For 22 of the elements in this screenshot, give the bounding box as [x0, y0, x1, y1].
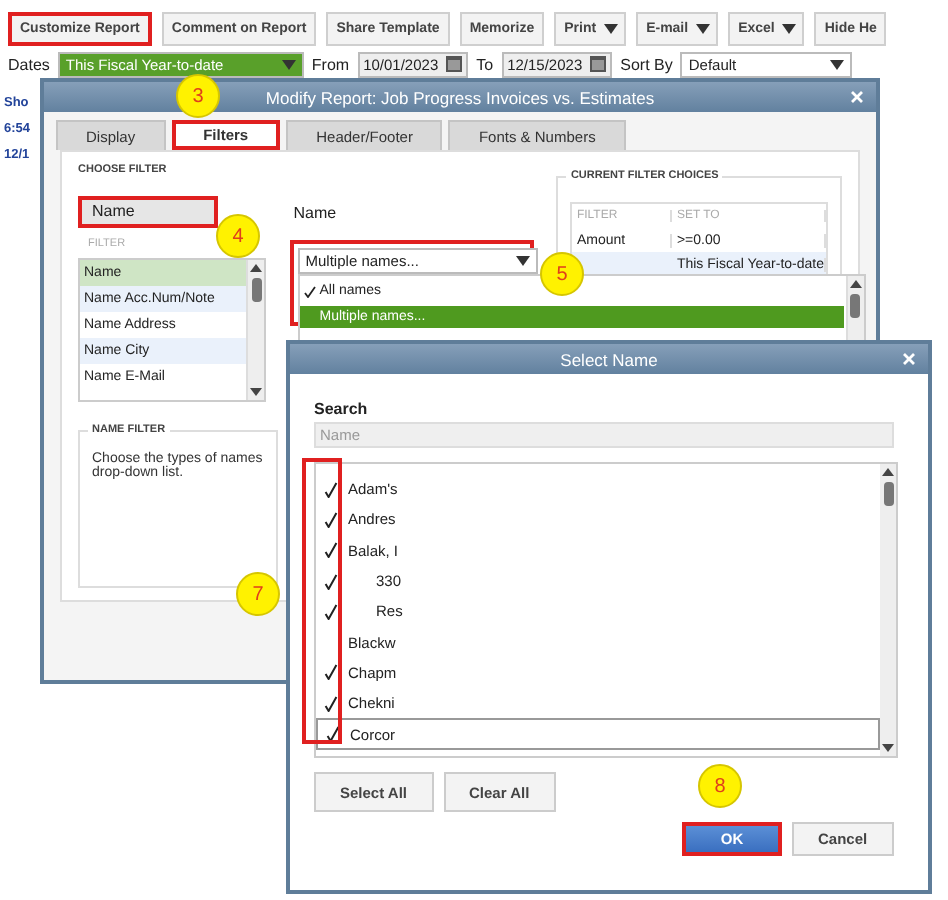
- dialog-title: Select Name: [560, 349, 658, 369]
- calendar-icon: [446, 56, 463, 72]
- sort-by-label: Sort By: [620, 55, 673, 73]
- filter-field[interactable]: Name: [78, 196, 218, 228]
- caret-icon: [782, 24, 797, 34]
- caret-icon: [604, 24, 619, 34]
- search-label: Search: [314, 400, 370, 418]
- to-label: To: [476, 55, 494, 73]
- scrollbar[interactable]: [880, 464, 896, 756]
- close-icon[interactable]: [902, 352, 916, 366]
- calendar-icon: [590, 56, 607, 72]
- check-icon: [303, 285, 316, 297]
- field-label: Name: [293, 204, 339, 222]
- caret-icon: [830, 59, 845, 69]
- caret-icon: [515, 256, 530, 266]
- dates-label: Dates: [8, 55, 50, 73]
- caret-icon: [281, 59, 296, 69]
- scrollbar[interactable]: [246, 260, 264, 401]
- from-label: From: [311, 55, 350, 73]
- dialog-title: Modify Report: Job Progress Invoices vs. Estimates: [265, 87, 655, 107]
- caret-icon: [696, 24, 711, 34]
- close-icon[interactable]: [850, 90, 864, 104]
